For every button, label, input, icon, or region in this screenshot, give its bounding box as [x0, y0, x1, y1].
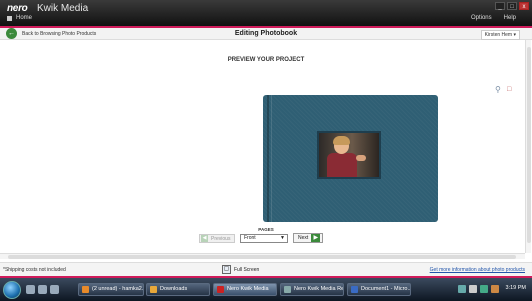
taskbar-item-label: Nero Kwik Media [227, 286, 269, 292]
photobook-cover [263, 95, 438, 222]
minimize-button[interactable]: _ [495, 2, 505, 10]
nero-icon [217, 286, 224, 293]
taskbar: (2 unread) - hamka2... Downloads Nero Kw… [0, 278, 532, 301]
previous-label: Previous [211, 235, 231, 242]
clock[interactable]: 3:19 PM [506, 285, 526, 291]
app-title: Kwik Media [37, 3, 89, 14]
next-button[interactable]: Next ▶ [293, 233, 323, 243]
full-screen-label: Full Screen [234, 266, 260, 273]
taskbar-item[interactable]: Nero Kwik Media Re... [280, 283, 344, 296]
help-link[interactable]: Help [504, 15, 516, 21]
taskbar-item[interactable]: (2 unread) - hamka2... [78, 283, 144, 296]
network-icon[interactable] [458, 285, 466, 293]
vertical-scrollbar[interactable] [525, 40, 531, 253]
previous-arrow-icon: ◀ [201, 235, 208, 242]
photo-child-hand [356, 155, 366, 161]
chevron-down-icon: ▼ [280, 235, 285, 241]
taskbar-item-label: Document1 - Micro... [361, 286, 411, 292]
pages-label: PAGES [258, 227, 274, 232]
home-icon [7, 15, 12, 21]
full-screen-icon: ▢ [222, 265, 231, 274]
window-controls: _ □ x [495, 2, 529, 10]
quick-launch-icon[interactable] [26, 285, 35, 294]
cart-icon[interactable]: □ [507, 85, 516, 94]
more-info-link[interactable]: Get more information about photo product… [430, 267, 525, 273]
page-title: Editing Photobook [234, 30, 298, 37]
home-link[interactable]: Home [7, 15, 32, 21]
zoom-icon[interactable]: ⚲ [495, 85, 504, 94]
quick-launch-icon[interactable] [50, 285, 59, 294]
next-arrow-icon: ▶ [311, 234, 321, 242]
start-button[interactable] [3, 281, 21, 299]
taskbar-item-label: (2 unread) - hamka2... [92, 286, 144, 292]
maximize-button[interactable]: □ [507, 2, 517, 10]
cover-photo[interactable] [317, 131, 381, 179]
home-label: Home [16, 15, 33, 21]
quick-launch-icon[interactable] [38, 285, 47, 294]
vertical-scroll-thumb[interactable] [527, 47, 531, 243]
title-bar: nero Kwik Media Home _ □ x Options Help [0, 0, 532, 26]
taskbar-item-label: Downloads [160, 286, 188, 292]
full-screen-button[interactable]: ▢ Full Screen [222, 265, 259, 274]
nero-logo: nero [7, 3, 28, 14]
quick-launch [26, 285, 59, 294]
tray-icon[interactable] [491, 285, 499, 293]
preview-title: PREVIEW YOUR PROJECT [227, 57, 305, 63]
taskbar-item[interactable]: Nero Kwik Media [213, 283, 277, 296]
photo-child-hair [333, 136, 350, 145]
book-spine-highlight [271, 95, 272, 222]
editor-header: ← Back to Browsing Photo Products Editin… [0, 28, 532, 40]
taskbar-item[interactable]: Document1 - Micro... [347, 283, 411, 296]
footer-bar: *Shipping costs not included ▢ Full Scre… [0, 262, 532, 276]
volume-icon[interactable] [469, 285, 477, 293]
tray-icon[interactable] [480, 285, 488, 293]
page-select-value: Front [244, 235, 256, 241]
options-link[interactable]: Options [471, 15, 492, 21]
nero-icon [284, 286, 291, 293]
horizontal-scroll-thumb[interactable] [8, 255, 516, 259]
shipping-note: *Shipping costs not included [3, 267, 66, 273]
taskbar-item-label: Nero Kwik Media Re... [294, 286, 344, 292]
next-label: Next [298, 235, 309, 241]
folder-icon [150, 286, 157, 293]
previous-button[interactable]: ◀ Previous [199, 234, 235, 243]
horizontal-scrollbar[interactable] [0, 253, 525, 259]
top-links: Options Help [471, 15, 516, 21]
mail-icon [82, 286, 89, 293]
word-icon [351, 286, 358, 293]
page-select[interactable]: Front ▼ [240, 234, 288, 243]
system-tray [458, 285, 499, 293]
user-dropdown[interactable]: Kirsten Hem [480, 30, 520, 40]
taskbar-item[interactable]: Downloads [146, 283, 210, 296]
book-spine [267, 95, 269, 222]
photo-child-shirt [327, 153, 357, 177]
close-button[interactable]: x [519, 2, 529, 10]
